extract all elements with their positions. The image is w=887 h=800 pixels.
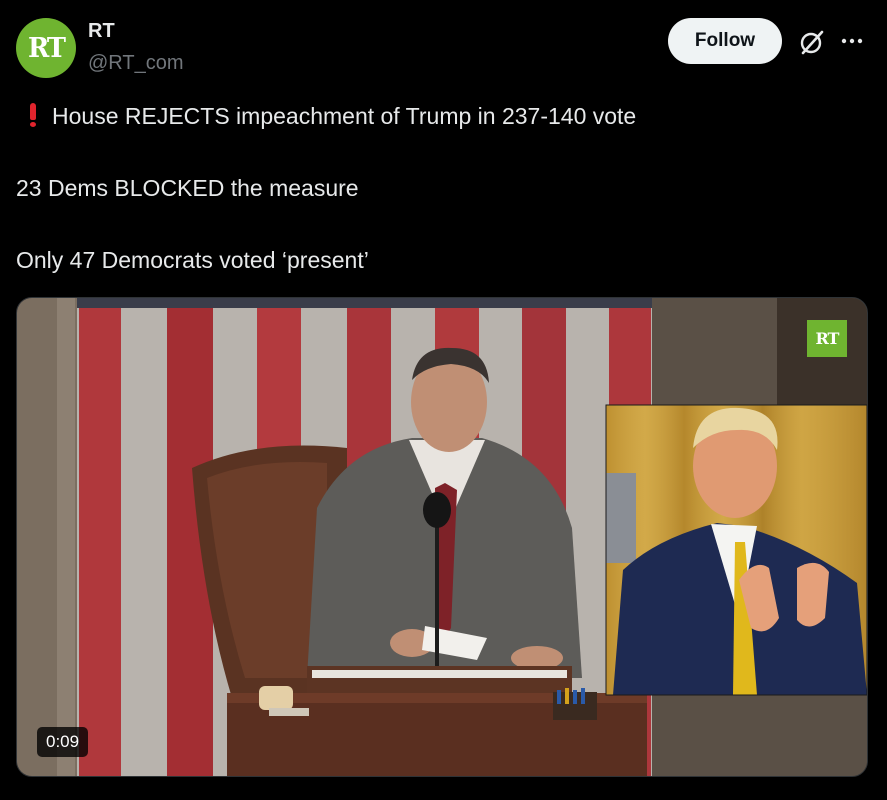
grok-icon[interactable] [797, 27, 827, 57]
tweet-text-line-1: House REJECTS impeachment of Trump in 23… [16, 103, 636, 130]
rt-watermark-logo: RT [807, 320, 847, 357]
exclamation-icon [28, 103, 38, 127]
follow-button[interactable]: Follow [668, 18, 782, 64]
inset-photo [605, 404, 867, 696]
video-frame [17, 298, 867, 776]
more-horizontal-icon[interactable] [838, 27, 866, 55]
tweet-text-line-3: Only 47 Democrats voted ‘present’ [16, 247, 369, 273]
rt-logo: RT [27, 32, 66, 64]
tweet-text-1: House REJECTS impeachment of Trump in 23… [52, 103, 637, 129]
video-duration-badge: 0:09 [37, 727, 89, 757]
avatar[interactable]: RT [16, 18, 76, 78]
handle[interactable]: @RT_com [88, 52, 184, 75]
tweet-text-line-2: 23 Dems BLOCKED the measure [16, 175, 359, 201]
video-player[interactable]: RT 0:09 [16, 297, 868, 777]
display-name[interactable]: RT [88, 20, 115, 43]
